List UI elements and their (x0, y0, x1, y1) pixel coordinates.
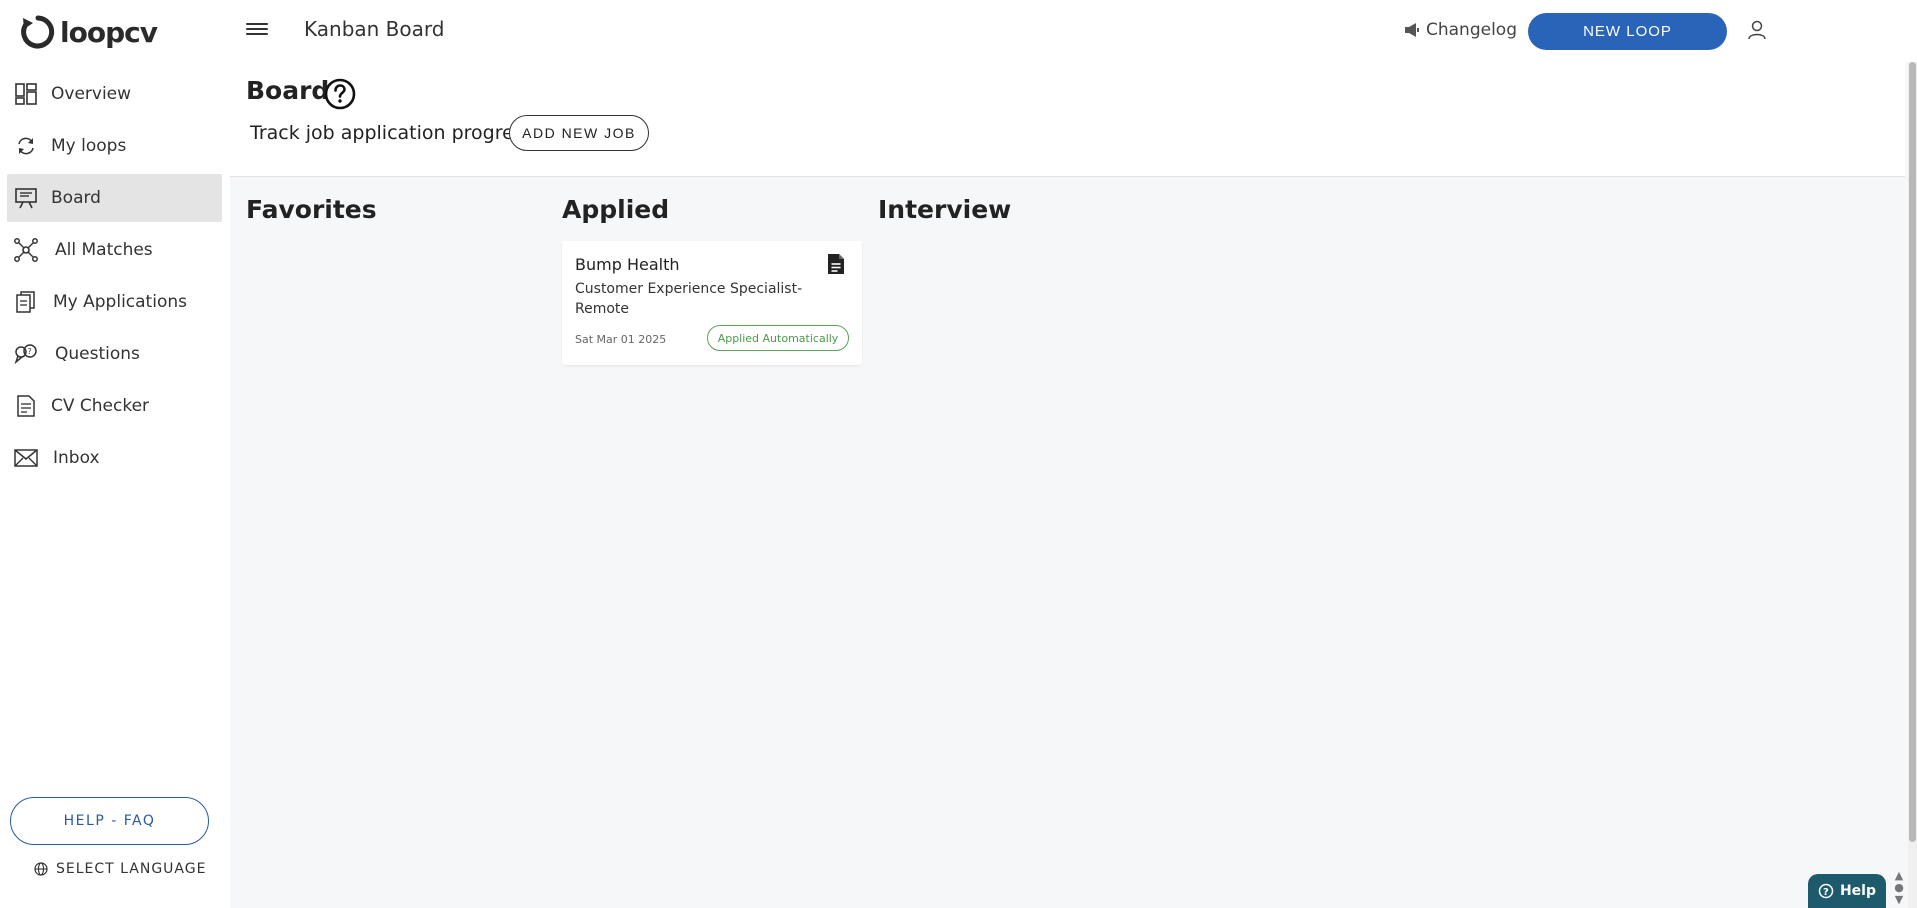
dashboard-icon (13, 81, 39, 107)
sidebar-item-label: My Applications (53, 292, 187, 312)
sidebar-item-questions[interactable]: ? Questions (7, 330, 222, 378)
help-widget-button[interactable]: ? Help (1808, 874, 1886, 908)
add-new-job-button[interactable]: ADD NEW JOB (509, 115, 649, 151)
job-card[interactable]: Bump Health Customer Experience Speciali… (562, 241, 862, 365)
sidebar-item-label: Board (51, 188, 101, 208)
help-faq-button[interactable]: HELP - FAQ (10, 797, 209, 845)
scroll-arrows-icon[interactable]: ▲ ● ▼ (1892, 870, 1906, 906)
board-header: Board Track job application progress ADD… (230, 62, 1905, 177)
user-icon[interactable] (1746, 19, 1768, 41)
sidebar-item-label: Questions (55, 344, 140, 364)
page-heading: Kanban Board (304, 17, 445, 41)
sidebar-item-label: My loops (51, 136, 127, 156)
top-bar: loopcv Kanban Board Changelog NEW LOOP (0, 0, 1910, 62)
sidebar-item-cv-checker[interactable]: CV Checker (7, 382, 222, 430)
job-title: Customer Experience Specialist- Remote (575, 281, 803, 317)
sidebar-item-label: All Matches (55, 240, 153, 260)
sidebar-item-label: Inbox (53, 448, 100, 468)
menu-icon[interactable] (246, 20, 268, 40)
applications-icon (13, 289, 39, 315)
network-icon (13, 237, 39, 263)
column-title-interview: Interview (878, 195, 1012, 224)
status-badge: Applied Automatically (707, 325, 849, 351)
questions-icon: ? (13, 341, 39, 367)
scrollbar-thumb[interactable] (1909, 62, 1916, 842)
select-language-button[interactable]: SELECT LANGUAGE (34, 861, 206, 877)
sidebar-item-my-loops[interactable]: My loops (7, 122, 222, 170)
sidebar: Overview My loops Board All Matches My A… (0, 62, 230, 908)
document-icon[interactable] (827, 253, 845, 275)
help-circle-icon: ? (1818, 883, 1834, 899)
help-circle-icon[interactable] (324, 78, 356, 110)
job-date: Sat Mar 01 2025 (575, 333, 667, 346)
sidebar-item-all-matches[interactable]: All Matches (7, 226, 222, 274)
loop-icon (13, 133, 39, 159)
megaphone-icon (1405, 23, 1419, 37)
board-icon (13, 185, 39, 211)
sidebar-item-label: Overview (51, 84, 132, 104)
sidebar-item-overview[interactable]: Overview (7, 70, 222, 118)
globe-icon (34, 862, 48, 876)
sidebar-item-my-applications[interactable]: My Applications (7, 278, 222, 326)
column-title-favorites: Favorites (246, 195, 377, 224)
mail-icon (13, 445, 39, 471)
new-loop-button[interactable]: NEW LOOP (1528, 13, 1727, 50)
sidebar-item-board[interactable]: Board (7, 174, 222, 222)
svg-text:?: ? (28, 347, 32, 356)
help-widget-label: Help (1839, 883, 1877, 899)
logo-text: loopcv (60, 15, 158, 49)
logo[interactable]: loopcv (20, 14, 158, 50)
board-subtitle: Track job application progress (250, 122, 534, 144)
cv-checker-icon (13, 393, 39, 419)
job-company: Bump Health (575, 255, 680, 274)
changelog-label: Changelog (1426, 20, 1518, 40)
column-title-applied: Applied (562, 195, 670, 224)
changelog-link[interactable]: Changelog (1404, 20, 1517, 40)
select-language-label: SELECT LANGUAGE (56, 861, 207, 877)
board-area: Board Track job application progress ADD… (230, 62, 1910, 908)
sidebar-item-inbox[interactable]: Inbox (7, 434, 222, 482)
board-title: Board (246, 76, 330, 105)
loopcv-logo-icon (21, 15, 55, 49)
sidebar-item-label: CV Checker (51, 396, 150, 416)
svg-text:?: ? (1823, 887, 1829, 898)
